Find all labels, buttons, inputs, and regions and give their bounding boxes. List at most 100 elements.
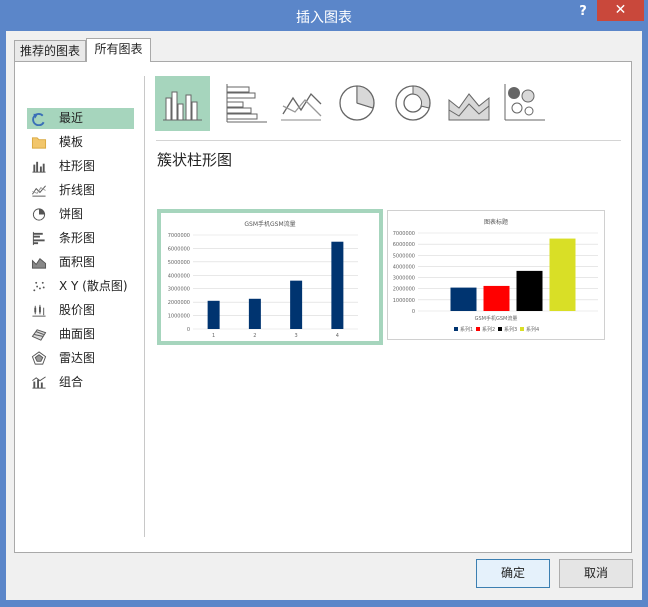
chart-title: GSM手机GSM流量 xyxy=(244,220,295,228)
area-chart-icon xyxy=(31,258,47,269)
y-tick-label: 7000000 xyxy=(168,233,190,239)
pie-chart-type-icon xyxy=(339,85,375,121)
legend-swatch xyxy=(476,327,480,331)
legend-swatch xyxy=(454,327,458,331)
nav-item-line-chart[interactable]: 折线图 xyxy=(27,180,134,201)
clustered-column-icon xyxy=(163,91,202,121)
ok-button[interactable]: 确定 xyxy=(476,559,550,588)
chart-title: 图表标题 xyxy=(484,218,508,226)
x-tick-label: 2 xyxy=(253,333,256,339)
nav-item-recent[interactable]: 最近 xyxy=(27,108,134,129)
y-tick-label: 0 xyxy=(412,309,415,315)
chart-preview-1[interactable]: GSM手机GSM流量 7000000 6000000 5000000 4000000 30… xyxy=(157,209,383,345)
nav-item-label: 柱形图 xyxy=(59,159,96,173)
y-tick-label: 6000000 xyxy=(168,246,190,252)
y-tick-label: 0 xyxy=(187,327,190,333)
nav-item-bar-chart[interactable]: 条形图 xyxy=(27,228,134,249)
legend-label: 系列4 xyxy=(526,326,539,333)
cancel-button[interactable]: 取消 xyxy=(559,559,633,588)
x-tick-label: 4 xyxy=(336,333,339,339)
line-chart-icon xyxy=(32,185,46,197)
nav-item-area-chart[interactable]: 面积图 xyxy=(27,252,134,273)
bar xyxy=(331,241,344,329)
help-button[interactable]: ? xyxy=(573,3,593,25)
chart-preview-2-svg: 图表标题 7000000 6000000 5000000 4000000 3000000 2… xyxy=(393,218,598,333)
legend-label: 系列3 xyxy=(504,326,517,333)
nav-item-label: 折线图 xyxy=(59,183,96,197)
bar xyxy=(450,287,477,311)
nav-item-surface-chart[interactable]: 曲面图 xyxy=(27,324,134,345)
combo-chart-icon xyxy=(32,376,46,389)
line-chart-type-icon xyxy=(281,92,322,121)
y-tick-label: 5000000 xyxy=(168,260,190,266)
clustered-bar-icon xyxy=(226,84,267,123)
nav-item-label: 最近 xyxy=(59,111,84,125)
y-tick-label: 5000000 xyxy=(393,253,415,259)
bar xyxy=(483,285,510,311)
tab-recommended-charts[interactable]: 推荐的图表 xyxy=(14,40,86,61)
stock-chart-icon xyxy=(32,304,46,317)
y-tick-label: 2000000 xyxy=(168,300,190,306)
legend-swatch xyxy=(498,327,502,331)
legend-label: 系列1 xyxy=(460,326,473,333)
bar xyxy=(207,300,220,329)
nav-item-stock-chart[interactable]: 股价图 xyxy=(27,300,134,321)
surface-chart-icon xyxy=(31,329,47,341)
nav-item-folder[interactable]: 模板 xyxy=(27,132,134,153)
nav-item-scatter-chart[interactable]: X Y (散点图) xyxy=(27,276,134,297)
recent-icon xyxy=(32,113,45,126)
type-divider xyxy=(156,140,621,141)
nav-item-pie-chart[interactable]: 饼图 xyxy=(27,204,134,225)
subtype-title: 簇状柱形图 xyxy=(157,151,233,169)
area-type-button[interactable] xyxy=(441,76,496,131)
title-bar: 插入图表 ? ✕ xyxy=(0,0,648,31)
chart-preview-1-svg: GSM手机GSM流量 7000000 6000000 5000000 4000000 30… xyxy=(168,220,358,339)
radar-chart-icon xyxy=(31,351,47,365)
y-tick-label: 2000000 xyxy=(393,287,415,293)
chart-preview-2[interactable]: 图表标题 7000000 6000000 5000000 4000000 3000000 2… xyxy=(387,210,605,340)
chart-panel: 最近模板柱形图折线图饼图条形图面积图 X Y (散点图) 股价图曲面图雷达图组合 xyxy=(14,61,632,553)
pie-type-button[interactable] xyxy=(329,76,384,131)
y-tick-label: 3000000 xyxy=(393,276,415,282)
close-button[interactable]: ✕ xyxy=(597,0,644,21)
nav-item-label: 饼图 xyxy=(59,207,84,221)
dialog-body: 推荐的图表 所有图表 最近模板柱形图折线图饼图条形图面积图 X Y (散点图) 股价… xyxy=(6,31,642,600)
y-tick-label: 4000000 xyxy=(168,273,190,279)
y-tick-label: 6000000 xyxy=(393,242,415,248)
clustered-bar-type-button[interactable] xyxy=(217,76,272,131)
y-tick-label: 1000000 xyxy=(393,298,415,304)
nav-item-combo-chart[interactable]: 组合 xyxy=(27,372,134,393)
area-chart-type-icon xyxy=(448,93,490,121)
clustered-column-type-button[interactable] xyxy=(155,76,210,131)
x-tick-label: 1 xyxy=(212,333,215,339)
y-tick-label: 3000000 xyxy=(168,287,190,293)
pie-chart-icon xyxy=(32,208,46,221)
scatter-type-button[interactable] xyxy=(497,76,552,131)
column-chart-icon xyxy=(32,161,46,173)
tab-all-charts[interactable]: 所有图表 xyxy=(86,38,151,62)
bar xyxy=(248,298,261,329)
bubble-chart-type-icon xyxy=(504,84,545,121)
legend-label: 系列2 xyxy=(482,326,495,333)
x-axis-label: GSM手机GSM流量 xyxy=(475,315,518,322)
bar xyxy=(290,280,303,329)
nav-item-label: 组合 xyxy=(59,375,84,389)
y-tick-label: 4000000 xyxy=(393,264,415,270)
nav-item-label: 雷达图 xyxy=(59,351,96,365)
folder-icon xyxy=(31,137,47,149)
y-tick-label: 7000000 xyxy=(393,231,415,237)
nav-item-label: 条形图 xyxy=(59,231,96,245)
scatter-chart-icon xyxy=(33,281,45,292)
window-title: 插入图表 xyxy=(296,10,352,26)
nav-item-label: 股价图 xyxy=(59,303,96,317)
bar xyxy=(549,238,576,311)
nav-item-label: 模板 xyxy=(59,135,84,149)
y-tick-label: 1000000 xyxy=(168,314,190,320)
insert-chart-dialog: 插入图表 ? ✕ 推荐的图表 所有图表 最近模板柱形图折线图饼图条形图面积图 X … xyxy=(0,0,648,607)
nav-item-radar-chart[interactable]: 雷达图 xyxy=(27,348,134,369)
line-type-button[interactable] xyxy=(273,76,328,131)
nav-item-label: 曲面图 xyxy=(59,327,96,341)
nav-item-column-chart[interactable]: 柱形图 xyxy=(27,156,134,177)
doughnut-type-button[interactable] xyxy=(385,76,440,131)
nav-item-label: 面积图 xyxy=(59,255,96,269)
